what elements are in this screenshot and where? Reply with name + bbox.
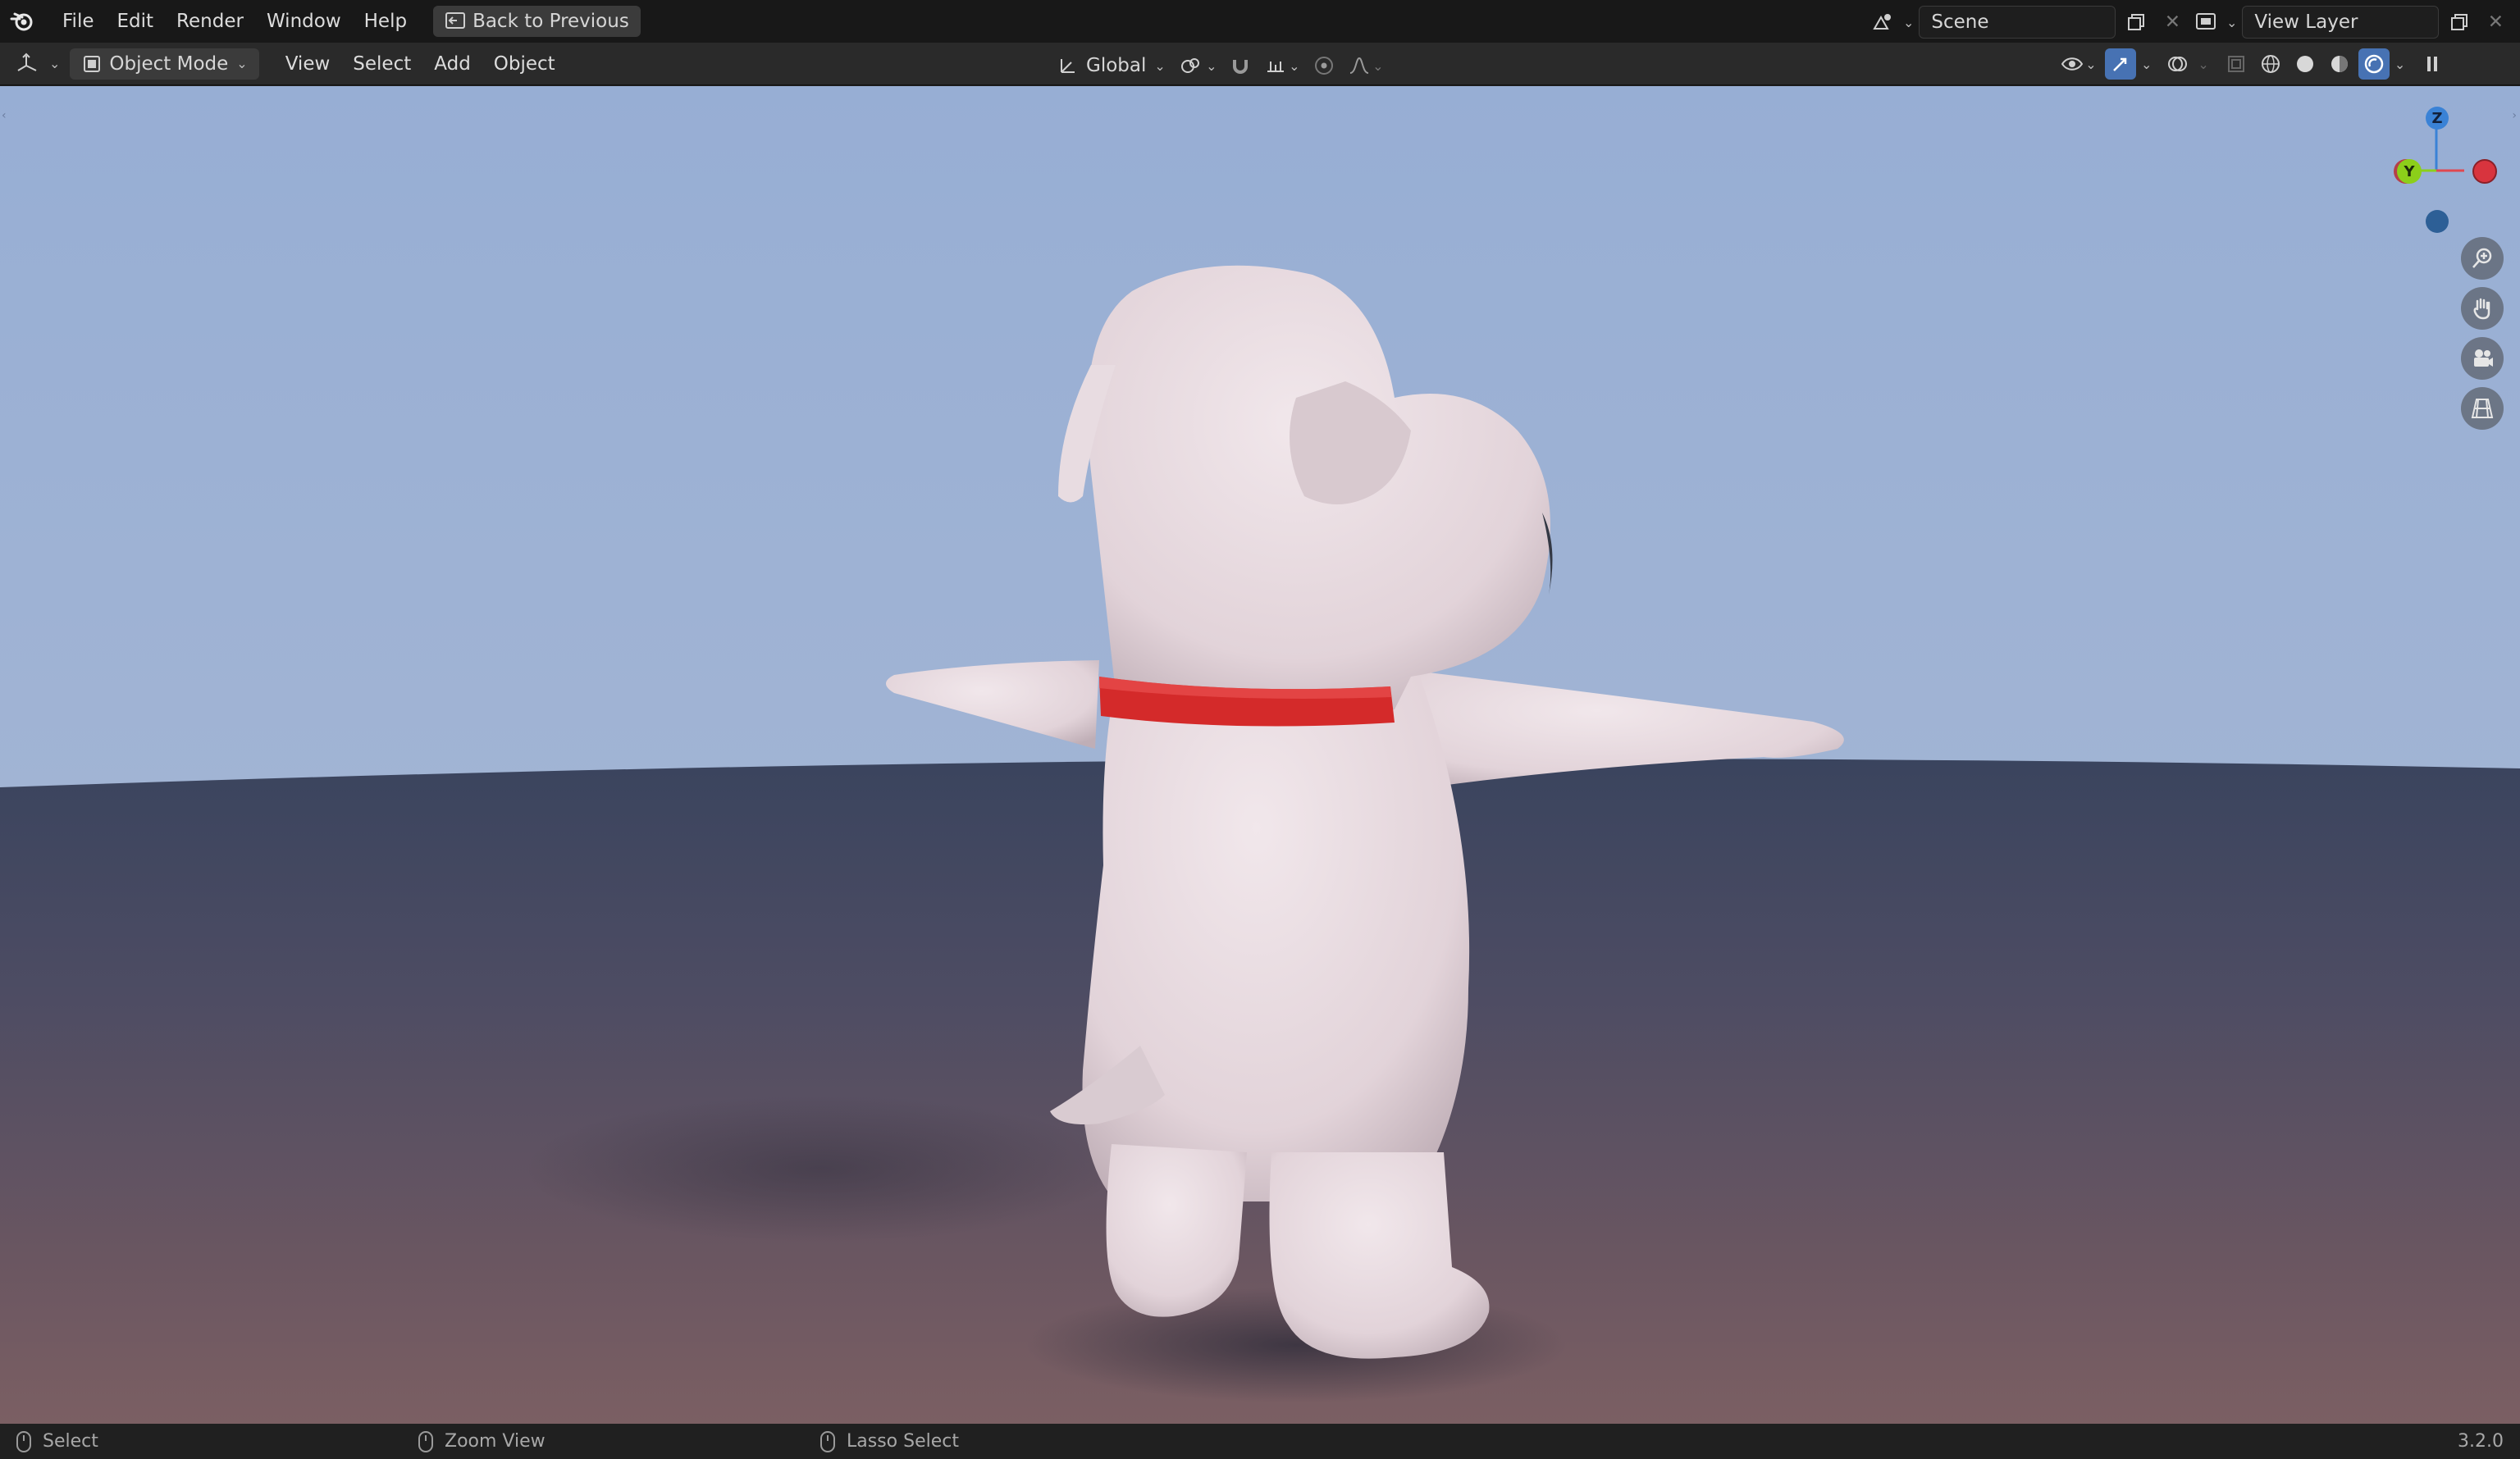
toolbar-expand-arrow-icon[interactable]: ‹ (2, 109, 7, 122)
wireframe-shading-icon[interactable] (2255, 48, 2286, 80)
chevron-down-icon: ⌄ (236, 56, 248, 71)
status-select: Select (43, 1431, 98, 1452)
mode-selector[interactable]: Object Mode ⌄ (70, 48, 259, 80)
back-to-previous-label: Back to Previous (472, 11, 629, 32)
menu-object[interactable]: Object (482, 48, 567, 80)
3d-viewport-icon (13, 50, 41, 78)
menu-render[interactable]: Render (165, 6, 255, 37)
menu-select[interactable]: Select (341, 48, 422, 80)
solid-shading-icon[interactable] (2289, 48, 2321, 80)
scene-name: Scene (1931, 11, 1989, 33)
blender-logo-icon[interactable] (8, 7, 36, 35)
status-zoom-view: Zoom View (445, 1431, 546, 1452)
back-screen-icon (445, 11, 466, 32)
magnet-snap-icon[interactable] (1225, 50, 1256, 81)
navigation-gizmo[interactable]: Z Y (2379, 98, 2502, 233)
chevron-down-icon: ⌄ (1154, 57, 1166, 74)
3d-viewport[interactable]: ‹ › Z Y (0, 86, 2520, 1424)
chevron-down-icon: ⌄ (49, 56, 61, 71)
close-scene-icon[interactable]: ✕ (2157, 7, 2188, 38)
material-shading-icon[interactable] (2324, 48, 2355, 80)
falloff-curve-icon[interactable]: ⌄ (1343, 50, 1389, 81)
gizmo-z-axis[interactable]: Z (2426, 107, 2449, 130)
sidebar-toggle-icon[interactable] (2417, 48, 2448, 80)
menu-window[interactable]: Window (255, 6, 353, 37)
pan-hand-icon[interactable] (2461, 287, 2504, 330)
new-view-layer-icon[interactable] (2444, 7, 2475, 38)
chevron-down-icon: ⌄ (2226, 14, 2238, 30)
back-to-previous-button[interactable]: Back to Previous (433, 6, 641, 37)
zoom-icon[interactable] (2461, 237, 2504, 280)
transform-orientation-selector[interactable]: Global ⌄ (1050, 48, 1172, 83)
object-mode-icon (81, 53, 103, 75)
snap-increment-icon[interactable]: ⌄ (1259, 50, 1305, 81)
chevron-down-icon[interactable]: ⌄ (2141, 57, 2152, 72)
viewport-header: ⌄ Object Mode ⌄ View Select Add Object G… (0, 43, 2520, 85)
gizmo-neg-z-axis[interactable] (2426, 210, 2449, 233)
gizmo-x-axis[interactable] (2472, 159, 2497, 184)
transform-orientation-icon (1057, 52, 1080, 80)
status-lasso-select: Lasso Select (847, 1431, 959, 1452)
menu-add[interactable]: Add (422, 48, 482, 80)
proportional-edit-icon[interactable] (1308, 50, 1340, 81)
overlay-icon[interactable] (2162, 48, 2193, 80)
scene-icon[interactable] (1869, 8, 1897, 36)
mouse-right-icon (820, 1430, 835, 1452)
pivot-point-icon[interactable]: ⌄ (1176, 50, 1221, 81)
menu-edit[interactable]: Edit (106, 6, 166, 37)
orientation-label: Global (1086, 55, 1147, 76)
view-layer-icon[interactable] (2192, 8, 2220, 36)
chevron-down-icon[interactable]: ⌄ (2198, 57, 2208, 72)
rendered-shading-icon[interactable] (2358, 48, 2390, 80)
gizmo-y-axis[interactable]: Y (2397, 159, 2422, 184)
menu-file[interactable]: File (51, 6, 106, 37)
scene-name-field[interactable]: Scene (1919, 6, 2116, 39)
view-layer-field[interactable]: View Layer (2242, 6, 2440, 39)
xray-toggle-icon[interactable] (2221, 48, 2252, 80)
sidebar-expand-arrow-icon[interactable]: › (2512, 109, 2517, 122)
mode-label: Object Mode (109, 52, 229, 75)
top-bar: File Edit Render Window Help Back to Pre… (0, 0, 2520, 43)
close-view-layer-icon[interactable]: ✕ (2480, 7, 2511, 38)
eye-visibility-icon[interactable]: ⌄ (2056, 48, 2102, 80)
gizmo-toggle-icon[interactable] (2105, 48, 2136, 80)
camera-view-icon[interactable] (2461, 337, 2504, 380)
mouse-left-icon (16, 1430, 31, 1452)
menu-view[interactable]: View (274, 48, 342, 80)
rendered-scene (0, 86, 2520, 1424)
chevron-down-icon: ⌄ (1903, 14, 1915, 30)
ortho-grid-icon[interactable] (2461, 387, 2504, 430)
editor-type-selector[interactable]: ⌄ (8, 47, 65, 81)
version-label: 3.2.0 (2458, 1431, 2504, 1452)
status-bar: Select Zoom View Lasso Select 3.2.0 (0, 1424, 2520, 1459)
view-layer-name: View Layer (2254, 11, 2358, 33)
menu-help[interactable]: Help (353, 6, 418, 37)
chevron-down-icon[interactable]: ⌄ (2394, 57, 2405, 72)
new-scene-icon[interactable] (2121, 7, 2152, 38)
mouse-middle-icon (418, 1430, 433, 1452)
